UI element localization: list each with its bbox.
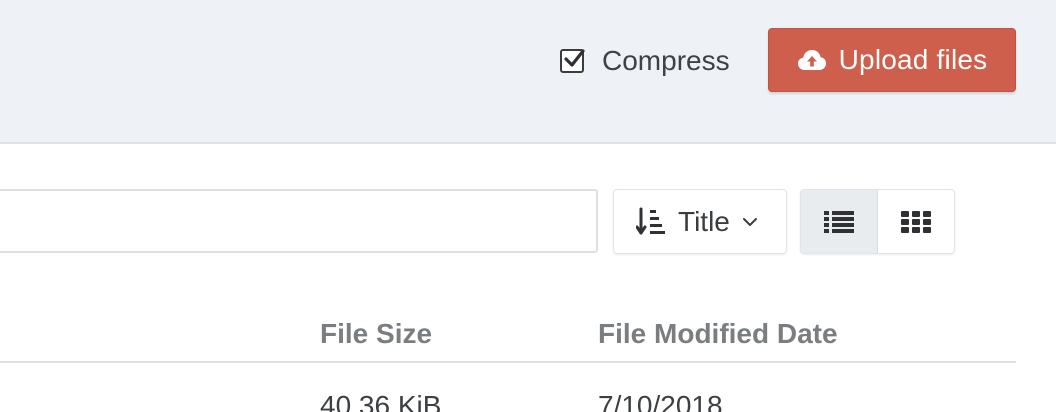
file-manager-page: Compress Upload files Title File Size Fi… [0,0,1056,412]
compress-checkbox[interactable]: Compress [560,44,730,78]
grid-icon [901,210,931,233]
chevron-down-icon [742,217,757,226]
cloud-upload-icon [797,50,826,70]
column-header-file-size[interactable]: File Size [320,318,432,350]
top-toolbar: Compress Upload files [0,0,1056,144]
grid-view-button[interactable] [878,190,954,253]
search-input[interactable] [0,189,598,253]
list-view-button[interactable] [801,190,878,253]
sort-label: Title [678,205,730,237]
column-header-file-modified-date[interactable]: File Modified Date [598,318,838,350]
checkbox-box[interactable] [560,49,585,73]
sort-descending-icon [636,207,665,234]
upload-files-label: Upload files [838,44,988,75]
file-size-cell: 40.36 KiB [320,390,442,412]
compress-label: Compress [602,45,730,76]
list-icon [824,210,854,233]
table-header-divider [0,361,1016,363]
file-modified-date-cell: 7/10/2018 [598,390,723,412]
sort-dropdown[interactable]: Title [613,189,787,254]
check-icon [564,49,585,67]
view-mode-toggle [800,189,955,254]
upload-files-button[interactable]: Upload files [768,28,1016,92]
